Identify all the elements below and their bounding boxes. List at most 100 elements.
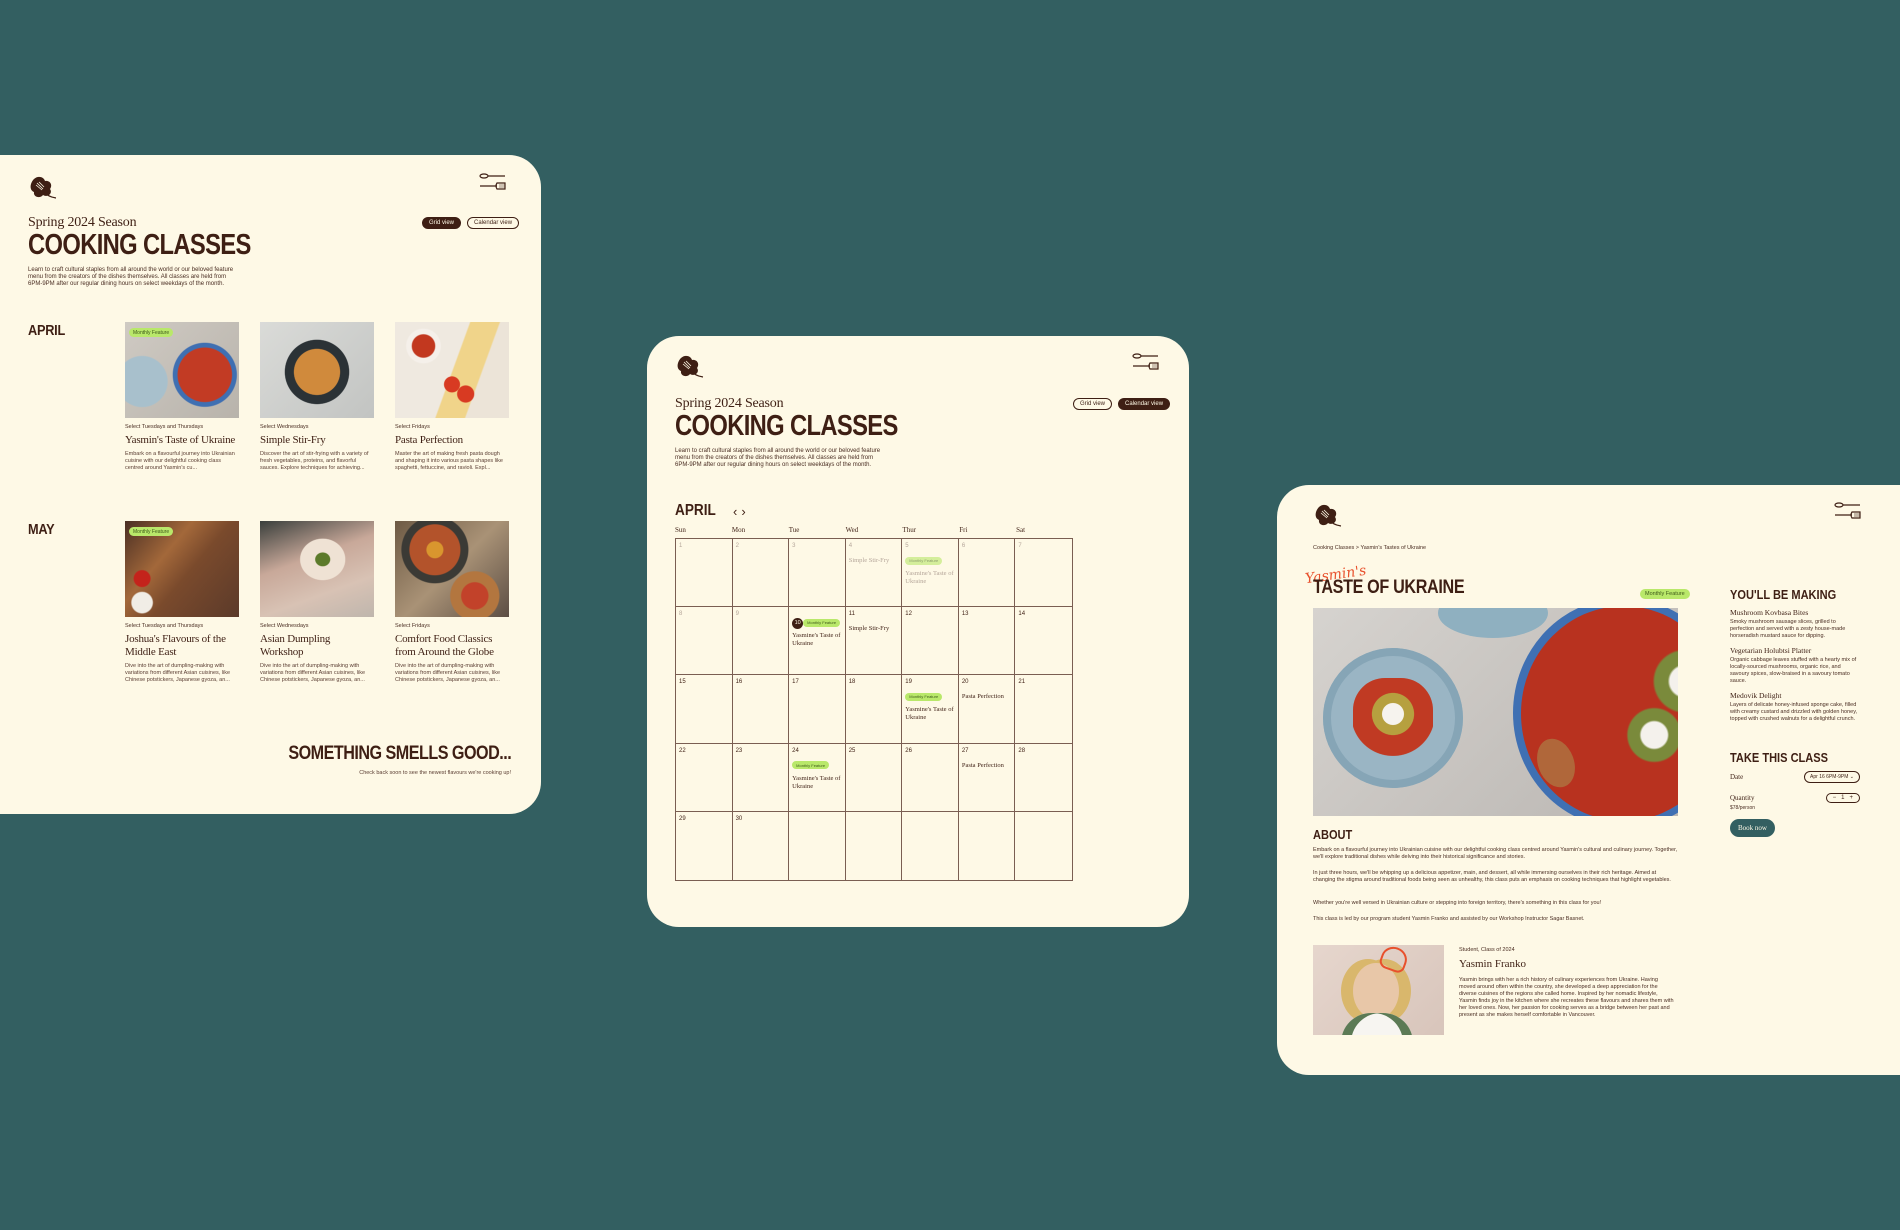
calendar-day-cell[interactable]: 8 [676, 607, 733, 676]
calendar-day-cell[interactable]: 23 [732, 743, 790, 812]
calendar-view-button[interactable]: Calendar view [467, 217, 520, 229]
day-number: 22 [679, 747, 686, 754]
calendar-day-cell[interactable]: 30 [733, 811, 790, 880]
grid-view-button[interactable]: Grid view [422, 217, 462, 229]
date-label: Date [1730, 773, 1744, 781]
calendar-day-cell[interactable]: 11 Simple Stir-Fry [845, 607, 903, 676]
spoon-fork-menu-icon[interactable] [1833, 499, 1861, 523]
dish-description: Organic cabbage leaves stuffed with a he… [1730, 657, 1857, 684]
calendar-day-cell[interactable]: 3 [789, 539, 846, 608]
chevron-left-icon[interactable]: ‹ [733, 504, 737, 519]
leaf-whisk-logo-icon[interactable] [675, 354, 705, 382]
calendar-day-cell[interactable]: 28 [1015, 744, 1072, 812]
calendar-day-cell[interactable]: 18 [845, 675, 903, 744]
class-title: Pasta Perfection [395, 434, 463, 446]
dish-item: Vegetarian Holubtsi Platter Organic cabba… [1730, 646, 1860, 685]
calendar-day-cell[interactable]: 10 Monthly Feature Yasmine's Taste of Ukra… [789, 607, 846, 676]
day-number: 17 [792, 679, 799, 686]
calendar-day-cell[interactable]: 14 [1015, 607, 1072, 676]
calendar-day-cell[interactable]: 12 [902, 607, 959, 676]
calendar-day-cell[interactable]: 29 [676, 811, 733, 880]
chevron-right-icon[interactable]: › [741, 504, 745, 519]
class-card[interactable]: Select Wednesdays Simple Stir-Fry Discov… [260, 322, 374, 472]
calendar-day-cell[interactable] [846, 811, 903, 880]
class-image: Monthly Feature [125, 322, 239, 418]
day-number: 30 [735, 815, 743, 822]
booking-section: TAKE THIS CLASS Date Apr 16 6PM-9PM ⌄ Qu… [1730, 750, 1860, 837]
calendar-day-cell[interactable]: 2 [732, 539, 790, 608]
grid-view-button[interactable]: Grid view [1073, 398, 1113, 410]
breadcrumb[interactable]: Cooking Classes > Yasmin's Tastes of Ukr… [1313, 545, 1426, 551]
calendar-day-cell[interactable]: 27 Pasta Perfection [958, 743, 1016, 812]
calendar-day-cell[interactable]: 25 [845, 743, 903, 812]
calendar-day-cell[interactable] [902, 811, 959, 880]
calendar-event[interactable]: Yasmine's Taste of Ukraine [792, 632, 842, 648]
dish-description: Layers of delicate honey-infused sponge … [1730, 702, 1858, 722]
calendar-day-cell[interactable] [789, 811, 846, 880]
month-heading-may: MAY [28, 521, 55, 538]
calendar-day-cell[interactable]: 7 [1015, 539, 1072, 608]
calendar-event[interactable]: Simple Stir-Fry [849, 557, 899, 565]
class-card[interactable]: Select Fridays Comfort Food Classics fro… [395, 521, 509, 684]
calendar-day-cell[interactable] [959, 811, 1016, 880]
increment-button[interactable]: + [1849, 795, 1853, 801]
class-title: Comfort Food Classics from Around the Gl… [395, 633, 494, 658]
calendar-day-cell[interactable]: 5 Monthly Feature Yasmine's Taste of Ukrai… [902, 539, 959, 608]
monthly-feature-badge: Monthly Feature [1640, 589, 1690, 599]
spoon-fork-menu-icon[interactable] [1131, 350, 1159, 374]
calendar-day-cell[interactable]: 15 [676, 675, 733, 744]
class-card[interactable]: Monthly Feature Select Tuesdays and Thur… [125, 322, 239, 472]
day-number: 1 [679, 543, 683, 549]
spoon-fork-menu-icon[interactable] [478, 170, 506, 194]
calendar-event[interactable]: Pasta Perfection [962, 693, 1012, 701]
chevron-down-icon: ⌄ [1849, 774, 1854, 780]
day-number: 27 [961, 747, 969, 754]
day-number: 26 [905, 747, 912, 754]
calendar-day-cell[interactable]: 21 [1015, 675, 1072, 744]
calendar-day-cell[interactable]: 16 [732, 675, 790, 744]
class-schedule: Select Wednesdays [260, 424, 309, 430]
calendar-day-cell[interactable]: 1 [676, 539, 733, 608]
calendar-day-cell[interactable]: 17 [789, 675, 846, 744]
class-title: Yasmin's Taste of Ukraine [125, 434, 236, 446]
day-number: 11 [848, 611, 855, 618]
calendar-event[interactable]: Yasmine's Taste of Ukraine [792, 775, 842, 791]
calendar-day-cell[interactable]: 24 Monthly Feature Yasmine's Taste of Ukra… [789, 743, 846, 812]
calendar-view-button[interactable]: Calendar view [1118, 398, 1171, 410]
day-number: 23 [735, 747, 743, 754]
calendar-day-cell[interactable] [1015, 812, 1072, 880]
leaf-whisk-logo-icon[interactable] [28, 175, 58, 203]
calendar-day-cell[interactable]: 4 Simple Stir-Fry [845, 539, 903, 608]
class-schedule: Select Tuesdays and Thursdays [125, 424, 204, 430]
calendar-event[interactable]: Simple Stir-Fry [849, 625, 899, 633]
day-number: 28 [1018, 747, 1026, 754]
intro-text: Learn to craft cultural staples from all… [675, 448, 881, 468]
making-heading: YOU'LL BE MAKING [1730, 587, 1837, 602]
calendar-day-cell[interactable]: 13 [958, 607, 1016, 676]
calendar-day-cell[interactable]: 19 Monthly Feature Yasmine's Taste of Ukra… [902, 675, 959, 744]
calendar-day-cell[interactable]: 22 [676, 743, 733, 812]
class-card[interactable]: Monthly Feature Select Tuesdays and Thur… [125, 521, 239, 684]
calendar-event[interactable]: Pasta Perfection [962, 762, 1012, 770]
leaf-whisk-logo-icon[interactable] [1313, 503, 1343, 531]
date-select[interactable]: Apr 16 6PM-9PM ⌄ [1804, 771, 1860, 783]
calendar-day-cell[interactable]: 20 Pasta Perfection [958, 675, 1016, 744]
class-card[interactable]: Select Wednesdays Asian Dumpling Worksho… [260, 521, 374, 684]
calendar-event[interactable]: Yasmine's Taste of Ukraine [905, 570, 955, 586]
about-paragraph: This class is led by our program student… [1313, 916, 1585, 922]
calendar-day-cell[interactable]: 6 [958, 539, 1016, 608]
day-number: 5 [905, 543, 909, 549]
monthly-feature-badge: Monthly Feature [792, 761, 830, 770]
decrement-button[interactable]: − [1833, 795, 1837, 801]
view-toggle: Grid view Calendar view [1073, 398, 1171, 410]
quantity-value[interactable]: 1 [1841, 795, 1844, 801]
day-number: 4 [848, 543, 853, 549]
book-now-button[interactable]: Book now [1730, 819, 1775, 837]
dish-item: Medovik Delight Layers of delicate honey-… [1730, 691, 1860, 723]
coming-soon-heading: SOMETHING SMELLS GOOD... [288, 743, 511, 764]
calendar-day-cell[interactable]: 9 [732, 607, 790, 676]
calendar-day-cell[interactable]: 26 [902, 743, 959, 812]
class-card[interactable]: Select Fridays Pasta Perfection Master t… [395, 322, 509, 472]
calendar-event[interactable]: Yasmine's Taste of Ukraine [905, 706, 955, 722]
day-number: 2 [735, 543, 739, 549]
